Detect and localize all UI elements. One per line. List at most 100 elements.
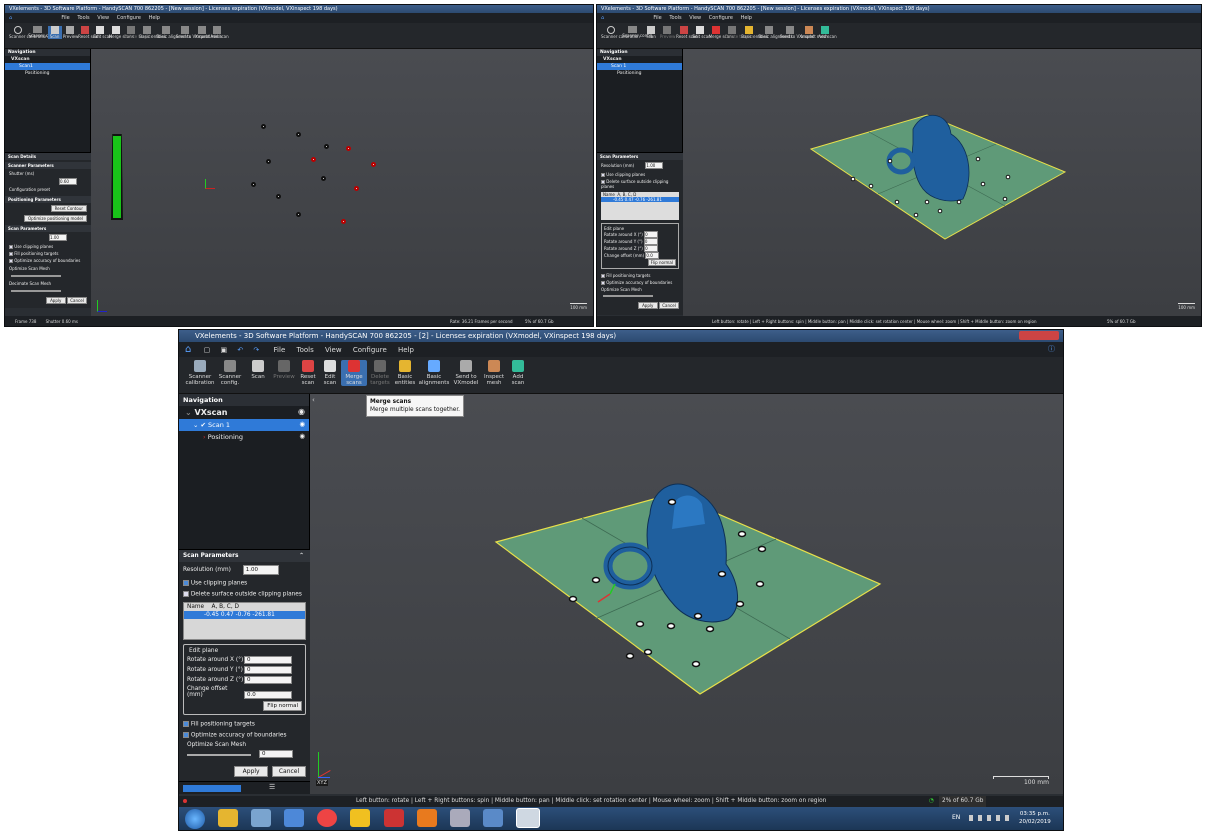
main-pos-eye-icon[interactable]: ◉ <box>299 432 305 440</box>
right-menu-file[interactable]: File <box>653 13 661 23</box>
left-tree-vxscan[interactable]: VXscan <box>5 56 90 63</box>
main-rot-z[interactable]: 0 <box>244 676 292 684</box>
right-resolution-field[interactable]: 1.00 <box>645 162 664 169</box>
left-menu-help[interactable]: Help <box>149 13 160 23</box>
main-tb-scanner-config-button[interactable]: Scanner config. <box>215 360 245 386</box>
main-plane-row[interactable]: -0.45 0.47 -0.76 -261.81 <box>184 611 305 619</box>
main-collapse-arrow[interactable]: ‹ <box>312 396 315 404</box>
main-flip-normal[interactable]: Flip normal <box>263 701 302 711</box>
right-check-fill[interactable]: Fill positioning targets <box>597 272 683 279</box>
main-tb-add-scan-button[interactable]: Add scan <box>507 360 529 386</box>
main-tb-delete-targets-button[interactable]: Delete targets <box>367 360 393 386</box>
left-shutter-field[interactable]: 0.60 <box>59 178 77 185</box>
left-tb-inspect[interactable]: Inspect mesh <box>195 26 222 39</box>
right-tb-config[interactable]: Scanner config. <box>622 26 653 38</box>
main-home-icon[interactable]: ⌂ <box>185 342 191 357</box>
main-cancel-button[interactable]: Cancel <box>272 766 306 777</box>
taskbar-doc[interactable] <box>284 809 305 827</box>
left-tb-delete[interactable]: Delete targets <box>124 26 153 39</box>
left-tree-scan[interactable]: Scan1 <box>5 63 90 70</box>
main-tb-basic-entities-button[interactable]: Basic entities <box>393 360 417 386</box>
main-tb-edit-scan-button[interactable]: Edit scan <box>319 360 341 386</box>
right-check-delete-surface[interactable]: Delete surface outside clipping planes <box>597 178 683 190</box>
right-tb-reset[interactable]: Reset scan <box>676 26 698 39</box>
main-menu-file[interactable]: File <box>274 343 286 357</box>
right-menu-tools[interactable]: Tools <box>669 13 681 23</box>
main-offset[interactable]: 0.0 <box>244 691 292 699</box>
main-menu-configure[interactable]: Configure <box>353 343 387 357</box>
main-eye-icon[interactable]: ◉ <box>298 407 305 416</box>
right-tb-entities[interactable]: Basic entities <box>741 26 768 39</box>
right-rot-y[interactable]: 0 <box>643 238 658 245</box>
main-check-boundaries[interactable]: Optimize accuracy of boundaries <box>179 730 310 741</box>
left-check-optimize[interactable]: Optimize accuracy of boundaries <box>5 257 91 264</box>
left-mesh-slider[interactable] <box>11 275 61 277</box>
right-plane-row[interactable]: -0.45 0.47 -0.76 -261.81 <box>601 197 679 202</box>
left-tb-calibration[interactable]: Scanner calibration <box>9 26 48 39</box>
left-tree-positioning[interactable]: Positioning <box>5 70 90 77</box>
right-menu-view[interactable]: View <box>689 13 701 23</box>
main-scan-eye-icon[interactable]: ◉ <box>299 420 305 428</box>
left-decimate-slider[interactable] <box>11 290 61 292</box>
main-mesh-value[interactable]: 0 <box>259 750 293 758</box>
main-menu-help[interactable]: Help <box>398 343 414 357</box>
left-reset-contour[interactable]: Reset Contour <box>50 205 87 212</box>
left-cancel-button[interactable]: Cancel <box>67 297 87 304</box>
left-tb-send[interactable]: Send to VXmodel <box>176 26 210 39</box>
left-resolution-field[interactable]: 1.00 <box>49 234 67 241</box>
left-scan-params[interactable]: Scan Parameters <box>5 225 91 232</box>
tray-icons[interactable] <box>969 815 1009 821</box>
left-tb-alignments[interactable]: Basic alignments <box>157 26 191 39</box>
main-panel-title[interactable]: Scan Parameters ⌃ <box>179 550 310 562</box>
main-check-fill[interactable]: Fill positioning targets <box>179 719 310 730</box>
main-tb-preview-button[interactable]: Preview <box>271 360 297 380</box>
left-tb-reset[interactable]: Reset scan <box>78 26 100 39</box>
main-menu-tools[interactable]: Tools <box>296 343 313 357</box>
main-save-icon[interactable]: ▣ <box>220 343 227 357</box>
right-tree-vxscan[interactable]: VXscan <box>597 56 682 63</box>
right-viewport[interactable]: 100 mm <box>683 49 1201 316</box>
main-tb-inspect-mesh-button[interactable]: Inspect mesh <box>481 360 507 386</box>
main-tree-positioning[interactable]: › Positioning ◉ <box>179 431 309 443</box>
left-scan-details[interactable]: Scan Details <box>5 153 91 160</box>
left-apply-button[interactable]: Apply <box>45 297 66 304</box>
main-window-controls[interactable] <box>1019 331 1059 340</box>
right-tb-alignments[interactable]: Basic alignments <box>759 26 793 39</box>
left-tb-config[interactable]: Scanner config. <box>28 26 59 38</box>
main-resolution-field[interactable]: 1.00 <box>242 565 279 575</box>
right-tb-inspect[interactable]: Inspect mesh <box>801 26 828 39</box>
left-viewport[interactable]: 100 mm <box>91 49 593 316</box>
main-rot-y[interactable]: 0 <box>244 666 292 674</box>
left-tb-preview[interactable]: Preview <box>63 26 78 39</box>
right-tb-delete[interactable]: Delete targets <box>725 26 754 39</box>
main-menu-view[interactable]: View <box>325 343 342 357</box>
start-button[interactable] <box>185 809 205 829</box>
main-apply-button[interactable]: Apply <box>234 766 269 777</box>
taskbar-app-gray[interactable] <box>449 809 470 827</box>
taskbar-app-red[interactable] <box>383 809 404 827</box>
right-menu-configure[interactable]: Configure <box>709 13 733 23</box>
right-tb-merge[interactable]: Merge scans <box>709 26 734 39</box>
right-flip-normal[interactable]: Flip normal <box>647 259 676 266</box>
main-tb-calibration-button[interactable]: Scanner calibration <box>185 360 215 386</box>
taskbar-app-orange[interactable] <box>416 809 437 827</box>
right-tree-scan[interactable]: Scan 1 <box>597 63 682 70</box>
left-tb-edit[interactable]: Edit scan <box>93 26 112 39</box>
left-menu-view[interactable]: View <box>97 13 109 23</box>
left-optimize-positioning[interactable]: Optimize positioning model <box>24 215 87 222</box>
main-undo-icon[interactable]: ↶ <box>237 343 243 357</box>
left-menu-tools[interactable]: Tools <box>77 13 89 23</box>
left-tb-add[interactable]: Add scan <box>210 26 229 39</box>
main-tb-basic-alignments-button[interactable]: Basic alignments <box>417 360 451 386</box>
left-menu-configure[interactable]: Configure <box>117 13 141 23</box>
main-tree-vxscan[interactable]: ⌄ VXscan ◉ <box>179 406 309 419</box>
main-new-icon[interactable]: ▢ <box>204 343 211 357</box>
left-positioning-params[interactable]: Positioning Parameters <box>5 196 91 203</box>
main-panel-tab-left[interactable] <box>183 785 241 792</box>
main-tb-scan-button[interactable]: Scan <box>245 360 271 380</box>
main-rot-x[interactable]: 0 <box>244 656 292 664</box>
right-tb-calibration[interactable]: Scanner calibration <box>601 26 640 39</box>
left-tb-merge[interactable]: Merge scans <box>109 26 134 39</box>
right-tb-send[interactable]: Send to VXmodel <box>780 26 814 39</box>
right-tb-edit[interactable]: Edit scan <box>692 26 711 39</box>
